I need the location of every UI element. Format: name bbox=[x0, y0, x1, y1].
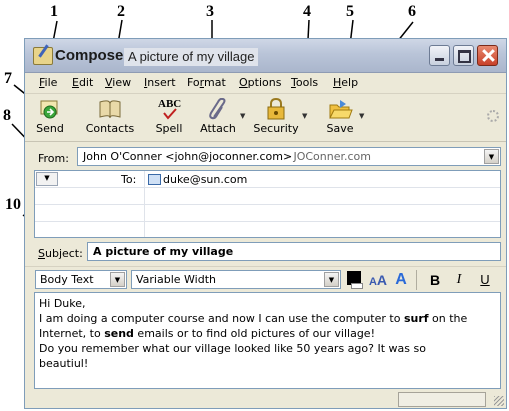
security-label: Security bbox=[253, 122, 299, 135]
recipient-row-empty[interactable] bbox=[35, 222, 500, 238]
recipient-list: ▼ To: duke@sun.com bbox=[34, 170, 501, 238]
paperclip-icon bbox=[205, 97, 231, 120]
paragraph-style-select[interactable]: Body Text ▼ bbox=[35, 270, 127, 289]
recipient-type-label: To: bbox=[121, 173, 137, 186]
font-select[interactable]: Variable Width ▼ bbox=[131, 270, 341, 289]
contacts-button[interactable]: Contacts bbox=[85, 98, 135, 135]
annotation-10: 10 bbox=[5, 196, 21, 213]
save-label: Save bbox=[326, 122, 354, 135]
message-line: beautiul! bbox=[39, 357, 89, 370]
spell-check-icon: ABC bbox=[156, 98, 182, 120]
close-button[interactable] bbox=[477, 45, 498, 66]
subject-value: A picture of my village bbox=[93, 245, 234, 258]
status-bar bbox=[25, 390, 506, 408]
message-line: Hi Duke, bbox=[39, 297, 86, 310]
menu-file[interactable]: File bbox=[39, 76, 57, 89]
attach-dropdown-icon[interactable]: ▼ bbox=[240, 112, 245, 120]
minimize-button[interactable] bbox=[429, 45, 450, 66]
save-dropdown-icon[interactable]: ▼ bbox=[359, 112, 364, 120]
maximize-button[interactable] bbox=[453, 45, 474, 66]
chevron-down-icon[interactable]: ▼ bbox=[110, 272, 125, 287]
menu-options[interactable]: Options bbox=[239, 76, 281, 89]
recipient-row[interactable]: ▼ To: duke@sun.com bbox=[35, 171, 500, 188]
format-separator bbox=[416, 270, 417, 290]
annotation-6: 6 bbox=[408, 3, 416, 20]
status-progress-pane bbox=[398, 392, 486, 407]
lock-icon bbox=[263, 97, 289, 120]
recipient-address[interactable]: duke@sun.com bbox=[163, 173, 247, 186]
format-toolbar: Body Text ▼ Variable Width ▼ AA A B I U bbox=[25, 266, 506, 293]
resize-grip-icon[interactable] bbox=[494, 396, 504, 406]
address-book-icon bbox=[97, 98, 123, 120]
recipient-row-empty[interactable] bbox=[35, 205, 500, 222]
menu-help[interactable]: Help bbox=[333, 76, 358, 89]
message-line: I am doing a computer course and now I c… bbox=[39, 312, 468, 325]
compose-app-icon bbox=[33, 47, 53, 65]
from-account-name: - JOConner.com bbox=[286, 150, 371, 163]
menu-view[interactable]: View bbox=[105, 76, 131, 89]
annotation-2: 2 bbox=[117, 3, 125, 20]
recipient-row-empty[interactable] bbox=[35, 188, 500, 205]
font-larger-icon[interactable]: A bbox=[391, 270, 411, 290]
security-dropdown-icon[interactable]: ▼ bbox=[302, 112, 307, 120]
attach-button[interactable]: Attach bbox=[200, 97, 236, 135]
window-title: Compose: bbox=[55, 47, 129, 64]
message-body-editor[interactable]: Hi Duke, I am doing a computer course an… bbox=[34, 292, 501, 389]
send-button[interactable]: Send bbox=[33, 98, 67, 135]
folder-save-icon bbox=[327, 98, 353, 120]
menu-format[interactable]: Format bbox=[187, 76, 226, 89]
attach-label: Attach bbox=[200, 122, 236, 135]
title-bar[interactable]: Compose: A picture of my village bbox=[25, 39, 506, 73]
from-account-select[interactable]: John O'Conner <john@joconner.com> - JOCo… bbox=[77, 147, 501, 166]
annotation-1: 1 bbox=[50, 3, 58, 20]
annotation-3: 3 bbox=[206, 3, 214, 20]
annotation-4: 4 bbox=[303, 3, 311, 20]
italic-button[interactable]: I bbox=[449, 270, 469, 290]
save-button[interactable]: Save bbox=[323, 98, 357, 135]
from-label: From: bbox=[38, 152, 69, 165]
menu-edit[interactable]: Edit bbox=[72, 76, 93, 89]
chevron-down-icon[interactable]: ▼ bbox=[324, 272, 339, 287]
security-button[interactable]: Security bbox=[253, 97, 299, 135]
activity-throbber-icon bbox=[487, 110, 499, 122]
menu-tools[interactable]: Tools bbox=[291, 76, 318, 89]
menu-insert[interactable]: Insert bbox=[144, 76, 176, 89]
font-smaller-icon[interactable]: AA bbox=[368, 270, 388, 290]
annotation-8: 8 bbox=[3, 107, 11, 124]
subject-label: Subject: bbox=[38, 247, 83, 260]
compose-window: Compose: A picture of my village File Ed… bbox=[24, 38, 507, 409]
from-address: John O'Conner <john@joconner.com> bbox=[83, 150, 293, 163]
window-title-subject: A picture of my village bbox=[124, 48, 259, 66]
message-line: Internet, to send emails or to find old … bbox=[39, 327, 375, 340]
main-toolbar: Send Contacts ABC Spell Attach ▼ Securit… bbox=[25, 93, 506, 142]
address-card-icon bbox=[148, 174, 161, 185]
chevron-down-icon[interactable]: ▼ bbox=[484, 149, 499, 164]
annotation-5: 5 bbox=[346, 3, 354, 20]
recipient-type-dropdown[interactable]: ▼ bbox=[36, 172, 58, 186]
subject-input[interactable]: A picture of my village bbox=[87, 242, 501, 261]
spell-button[interactable]: ABC Spell bbox=[153, 98, 185, 135]
send-icon bbox=[37, 98, 63, 120]
message-line: Do you remember what our village looked … bbox=[39, 342, 426, 355]
annotation-7: 7 bbox=[4, 70, 12, 87]
background-color-button[interactable] bbox=[351, 283, 363, 289]
contacts-label: Contacts bbox=[85, 122, 135, 135]
spell-label: Spell bbox=[155, 122, 183, 135]
underline-button[interactable]: U bbox=[475, 270, 495, 290]
menu-bar: File Edit View Insert Format Options Too… bbox=[25, 72, 506, 92]
recipient-divider bbox=[144, 171, 145, 237]
bold-button[interactable]: B bbox=[425, 270, 445, 290]
send-label: Send bbox=[36, 122, 64, 135]
